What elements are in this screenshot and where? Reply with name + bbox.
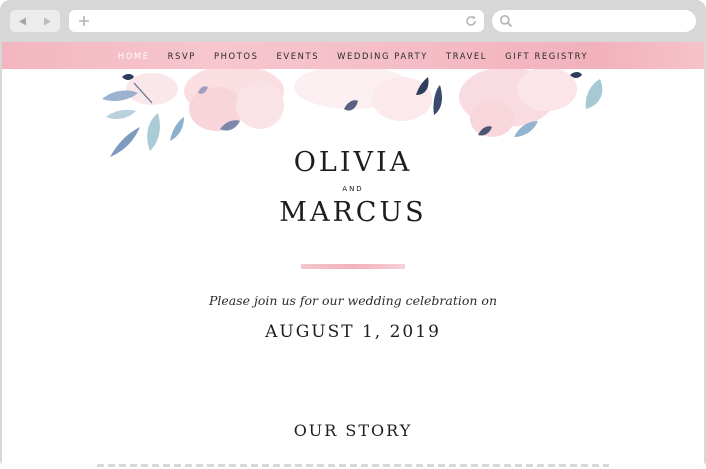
search-icon: [500, 15, 513, 28]
browser-search-field[interactable]: [492, 10, 696, 32]
pink-divider: [301, 264, 405, 269]
reload-icon[interactable]: [464, 14, 478, 28]
invitation-text: Please join us for our wedding celebrati…: [208, 293, 498, 308]
nav-item-rsvp[interactable]: RSVP: [159, 51, 205, 61]
and-separator: AND: [342, 185, 364, 193]
nav-item-gift-registry[interactable]: GIFT REGISTRY: [496, 51, 597, 61]
nav-item-photos[interactable]: PHOTOS: [205, 51, 268, 61]
our-story-heading: OUR STORY: [293, 421, 413, 440]
back-button[interactable]: [10, 10, 35, 32]
partner-two-name: MARCUS: [279, 197, 427, 228]
forward-button[interactable]: [35, 10, 60, 32]
nav-item-home[interactable]: HOME: [109, 51, 159, 61]
nav-item-events[interactable]: EVENTS: [268, 51, 329, 61]
address-bar[interactable]: [69, 10, 484, 32]
nav-item-wedding-party[interactable]: WEDDING PARTY: [328, 51, 437, 61]
story-text-cutoff: [97, 464, 609, 467]
browser-window: HOME RSVP PHOTOS EVENTS WEDDING PARTY TR…: [0, 0, 706, 469]
couple-names: OLIVIA AND MARCUS: [2, 148, 704, 228]
plus-icon[interactable]: [77, 14, 91, 28]
wedding-date: AUGUST 1, 2019: [265, 322, 441, 342]
browser-toolbar: [0, 0, 706, 42]
partner-one-name: OLIVIA: [293, 147, 413, 178]
nav-item-travel[interactable]: TRAVEL: [437, 51, 496, 61]
site-navigation: HOME RSVP PHOTOS EVENTS WEDDING PARTY TR…: [2, 42, 704, 69]
history-buttons: [10, 10, 60, 32]
forward-arrow-icon: [44, 17, 51, 25]
page-viewport: HOME RSVP PHOTOS EVENTS WEDDING PARTY TR…: [0, 42, 706, 469]
back-arrow-icon: [19, 17, 26, 25]
